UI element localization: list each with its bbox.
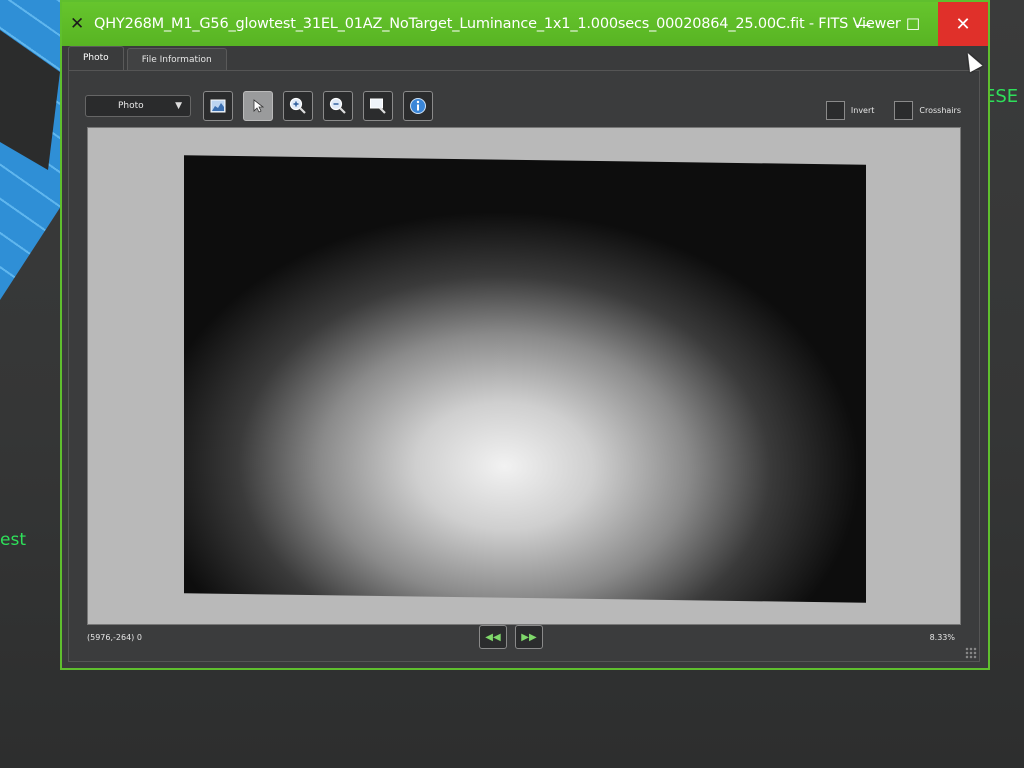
zoom-fit-icon: [370, 98, 386, 114]
cursor-coordinates: (5976,-264) 0: [87, 633, 142, 642]
next-image-button[interactable]: ▶▶: [515, 625, 543, 649]
minimize-button[interactable]: —: [838, 2, 888, 46]
window-title: QHY268M_M1_G56_glowtest_31EL_01AZ_NoTarg…: [94, 16, 901, 32]
zoom-fit-button[interactable]: [363, 91, 393, 121]
crosshairs-checkbox[interactable]: [894, 101, 914, 120]
zoom-out-button[interactable]: [323, 91, 353, 121]
status-bar: (5976,-264) 0 ◀◀ ▶▶ 8.33%: [69, 621, 979, 661]
invert-checkbox[interactable]: [825, 101, 845, 120]
image-navigation: ◀◀ ▶▶: [479, 625, 551, 649]
fast-forward-icon: ▶▶: [521, 631, 537, 643]
resize-grip-icon[interactable]: [965, 647, 977, 659]
background-text-left: est: [0, 530, 26, 550]
info-button[interactable]: [403, 91, 433, 121]
crosshairs-option[interactable]: Crosshairs: [894, 101, 961, 120]
zoom-out-icon: [329, 97, 346, 114]
invert-option[interactable]: Invert: [825, 101, 875, 120]
pointer-icon: [253, 99, 264, 113]
chevron-down-icon: ▼: [175, 101, 182, 111]
image-canvas[interactable]: [87, 127, 961, 625]
previous-image-button[interactable]: ◀◀: [479, 625, 507, 649]
title-bar[interactable]: ✕ QHY268M_M1_G56_glowtest_31EL_01AZ_NoTa…: [62, 2, 988, 46]
tab-photo[interactable]: Photo: [68, 46, 124, 71]
zoom-in-icon: [289, 97, 306, 114]
invert-label: Invert: [850, 106, 875, 115]
fits-image[interactable]: [184, 155, 866, 603]
tab-file-information[interactable]: File Information: [126, 48, 227, 71]
view-select-value: Photo: [118, 101, 144, 111]
zoom-level: 8.33%: [929, 633, 955, 642]
view-select[interactable]: Photo ▼: [85, 95, 191, 117]
histogram-button[interactable]: [203, 91, 233, 121]
photo-panel: Photo ▼ Invert Crosshairs (5976,-264) 0 …: [68, 70, 980, 662]
histogram-icon: [210, 99, 226, 113]
maximize-button[interactable]: ☐: [888, 2, 938, 46]
fits-viewer-window: ✕ QHY268M_M1_G56_glowtest_31EL_01AZ_NoTa…: [60, 0, 990, 670]
crosshairs-label: Crosshairs: [919, 106, 961, 115]
toolbar: Photo ▼: [85, 89, 443, 123]
tab-bar: Photo File Information: [68, 46, 230, 71]
zoom-in-button[interactable]: [283, 91, 313, 121]
display-options: Invert Crosshairs: [806, 101, 961, 120]
close-button[interactable]: ✕: [938, 2, 988, 46]
window-controls: — ☐ ✕: [838, 2, 988, 46]
pointer-button[interactable]: [243, 91, 273, 121]
info-icon: [410, 98, 426, 114]
x-logo-icon: ✕: [70, 14, 85, 34]
rewind-icon: ◀◀: [485, 631, 501, 643]
